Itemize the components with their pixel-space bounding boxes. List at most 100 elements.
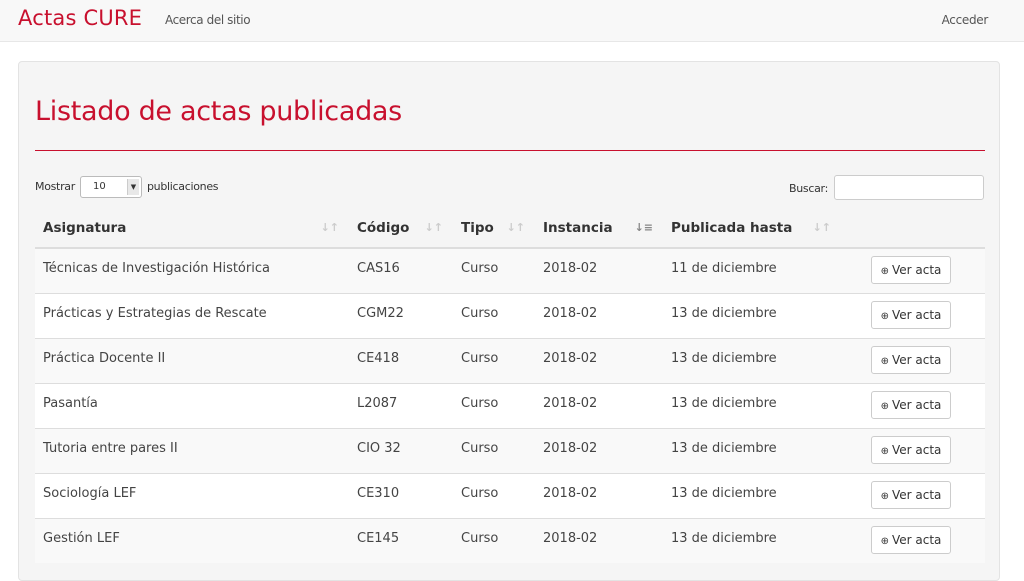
table-cell-instancia: 2018-02 (535, 427, 663, 473)
page-length-value: 10 (93, 181, 106, 192)
table-cell-action: ⊕ Ver acta (841, 247, 985, 293)
page-title: Listado de actas publicadas (35, 96, 402, 127)
table-cell-tipo: Curso (453, 337, 535, 383)
sort-amount-asc-icon: ↓≡ (634, 221, 653, 234)
table-cell-tipo: Curso (453, 472, 535, 518)
zoom-in-icon: ⊕ (880, 266, 889, 277)
page-length-label: Mostrar (35, 180, 75, 193)
table-cell-instancia: 2018-02 (535, 382, 663, 428)
ver-acta-button[interactable]: ⊕ Ver acta (871, 435, 951, 464)
table-cell-asignatura: Prácticas y Estrategias de Rescate (35, 292, 349, 338)
sort-icon: ↓↑ (812, 221, 831, 234)
table-cell-publicada-hasta: 13 de diciembre (663, 472, 841, 518)
title-divider (35, 150, 985, 151)
column-header-tipo[interactable]: Tipo ↓↑ (453, 208, 535, 249)
table-cell-tipo: Curso (453, 247, 535, 293)
table-cell-asignatura: Sociología LEF (35, 472, 349, 518)
search-input[interactable] (834, 175, 984, 200)
table-cell-publicada-hasta: 13 de diciembre (663, 292, 841, 338)
nav-about-link[interactable]: Acerca del sitio (165, 13, 251, 27)
table-cell-codigo: CIO 32 (349, 427, 453, 473)
ver-acta-button[interactable]: ⊕ Ver acta (871, 480, 951, 509)
sort-icon: ↓↑ (506, 221, 525, 234)
table-cell-codigo: L2087 (349, 382, 453, 428)
nav-login-link[interactable]: Acceder (942, 13, 989, 27)
table-cell-codigo: CGM22 (349, 292, 453, 338)
table-row: Pasantía L2087 Curso 2018-02 13 de diciembre… (35, 382, 985, 428)
ver-acta-button[interactable]: ⊕ Ver acta (871, 525, 951, 554)
zoom-in-icon: ⊕ (880, 400, 889, 412)
table-cell-action: ⊕ Ver acta (841, 517, 985, 563)
zoom-in-icon: ⊕ (880, 445, 889, 457)
table-cell-instancia: 2018-02 (535, 472, 663, 518)
ver-acta-label: Ver acta (891, 442, 942, 457)
table-cell-instancia: 2018-02 (535, 247, 663, 293)
ver-acta-button[interactable]: ⊕ Ver acta (871, 345, 951, 374)
page-length-suffix: publicaciones (147, 180, 219, 193)
table-cell-codigo: CE145 (349, 517, 453, 563)
table-cell-codigo: CE310 (349, 472, 453, 518)
ver-acta-label: Ver acta (891, 352, 942, 367)
ver-acta-label: Ver acta (891, 397, 942, 412)
column-header-asignatura[interactable]: Asignatura ↓↑ (35, 208, 349, 249)
table-row: Gestión LEF CE145 Curso 2018-02 13 de diciem… (35, 517, 985, 563)
table-cell-instancia: 2018-02 (535, 337, 663, 383)
table-cell-action: ⊕ Ver acta (841, 337, 985, 383)
zoom-in-icon: ⊕ (880, 535, 889, 547)
column-header-label: Tipo (461, 219, 494, 236)
table-cell-asignatura: Gestión LEF (35, 517, 349, 563)
chevron-down-icon: ▼ (127, 179, 139, 195)
table-cell-publicada-hasta: 11 de diciembre (663, 247, 841, 293)
actas-table: Asignatura ↓↑ Código ↓↑ Tipo ↓↑ Instanci… (35, 208, 985, 563)
ver-acta-button[interactable]: ⊕ Ver acta (871, 300, 951, 329)
ver-acta-label: Ver acta (891, 532, 942, 547)
navbar: Actas CURE Acerca del sitio Acceder (0, 0, 1024, 42)
ver-acta-label: Ver acta (891, 307, 942, 322)
zoom-in-icon: ⊕ (880, 310, 889, 322)
table-cell-codigo: CE418 (349, 337, 453, 383)
zoom-in-icon: ⊕ (880, 490, 889, 502)
table-cell-asignatura: Técnicas de Investigación Histórica (35, 247, 349, 293)
zoom-in-icon: ⊕ (880, 355, 889, 367)
column-header-actions (841, 208, 985, 249)
ver-acta-button[interactable]: ⊕ Ver acta (871, 390, 951, 419)
column-header-label: Publicada hasta (671, 219, 793, 236)
column-header-instancia[interactable]: Instancia ↓≡ (535, 208, 663, 249)
table-cell-publicada-hasta: 13 de diciembre (663, 337, 841, 383)
column-header-label: Instancia (543, 219, 613, 236)
ver-acta-button[interactable]: ⊕ Ver acta (871, 256, 951, 284)
table-cell-action: ⊕ Ver acta (841, 292, 985, 338)
table-cell-instancia: 2018-02 (535, 517, 663, 563)
table-row: Sociología LEF CE310 Curso 2018-02 13 de dic… (35, 472, 985, 518)
table-cell-publicada-hasta: 13 de diciembre (663, 382, 841, 428)
table-cell-tipo: Curso (453, 427, 535, 473)
table-cell-action: ⊕ Ver acta (841, 382, 985, 428)
table-cell-tipo: Curso (453, 517, 535, 563)
table-cell-asignatura: Tutoria entre pares II (35, 427, 349, 473)
column-header-label: Código (357, 219, 410, 236)
table-cell-publicada-hasta: 13 de diciembre (663, 517, 841, 563)
search-label: Buscar: (789, 182, 828, 195)
table-cell-tipo: Curso (453, 382, 535, 428)
table-cell-action: ⊕ Ver acta (841, 427, 985, 473)
ver-acta-label: Ver acta (891, 487, 942, 502)
table-row: Prácticas y Estrategias de Rescate CGM22 C… (35, 292, 985, 338)
table-cell-publicada-hasta: 13 de diciembre (663, 427, 841, 473)
sort-icon: ↓↑ (320, 221, 339, 234)
brand-link[interactable]: Actas CURE (18, 6, 142, 30)
table-cell-asignatura: Práctica Docente II (35, 337, 349, 383)
content-panel: Listado de actas publicadas Mostrar 10 ▼… (18, 61, 1000, 581)
ver-acta-label: Ver acta (891, 263, 942, 277)
column-header-publicada-hasta[interactable]: Publicada hasta ↓↑ (663, 208, 841, 249)
table-cell-instancia: 2018-02 (535, 292, 663, 338)
column-header-label: Asignatura (43, 219, 127, 236)
page-length-select[interactable]: 10 ▼ (80, 176, 142, 198)
table-cell-action: ⊕ Ver acta (841, 472, 985, 518)
sort-icon: ↓↑ (424, 221, 443, 234)
table-row: Tutoria entre pares II CIO 32 Curso 2018-02… (35, 427, 985, 473)
table-cell-tipo: Curso (453, 292, 535, 338)
table-row: Práctica Docente II CE418 Curso 2018-02 13 d… (35, 337, 985, 383)
table-header-row: Asignatura ↓↑ Código ↓↑ Tipo ↓↑ Instanci… (35, 208, 985, 249)
column-header-codigo[interactable]: Código ↓↑ (349, 208, 453, 249)
table-cell-asignatura: Pasantía (35, 382, 349, 428)
